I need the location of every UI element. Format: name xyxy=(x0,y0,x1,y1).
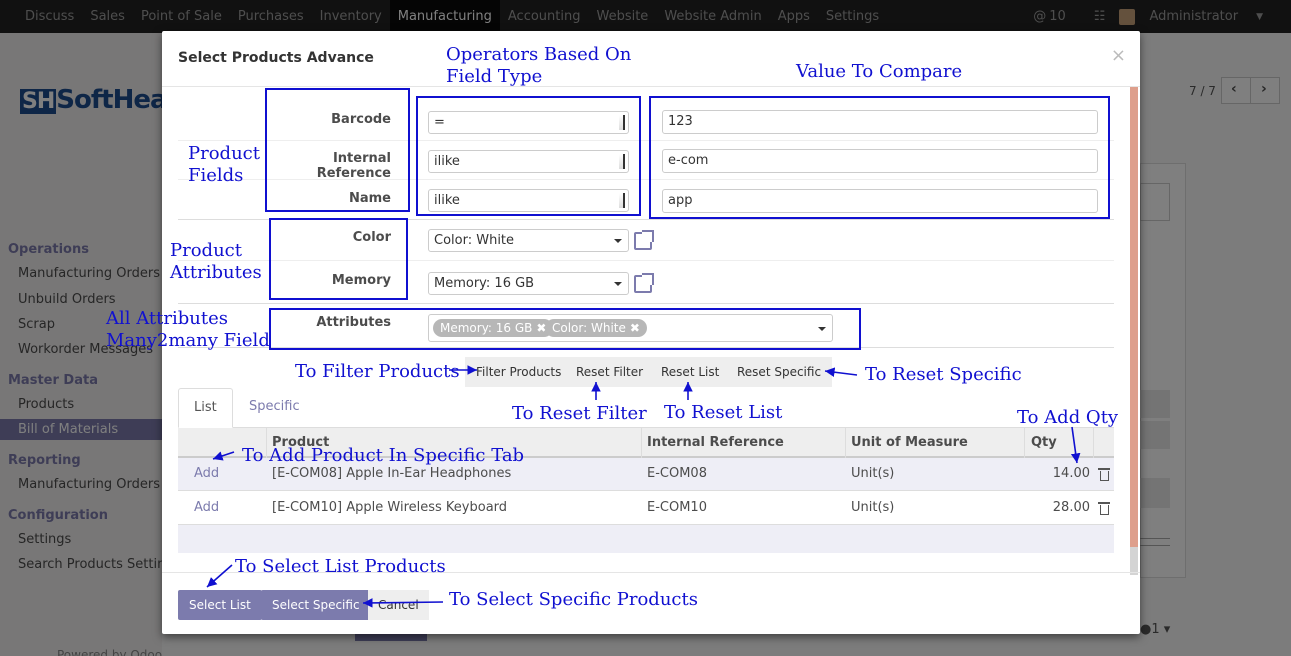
arrow-select-list xyxy=(206,564,233,588)
arrow-reset-specific xyxy=(824,367,858,377)
arrow-add-qty xyxy=(1070,426,1081,464)
arrow-add-product xyxy=(212,451,235,461)
annotation-arrows xyxy=(206,365,1081,608)
arrow-select-specific xyxy=(362,598,444,608)
